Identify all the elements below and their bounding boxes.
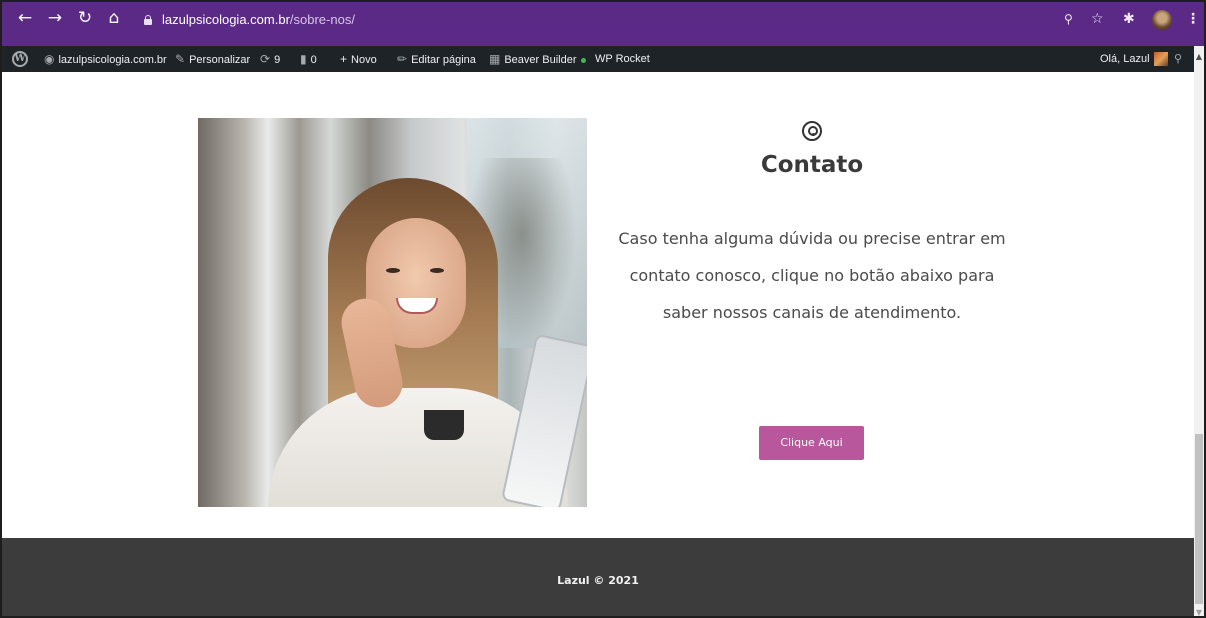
- admin-bar-edit-page[interactable]: ✏ Editar página: [397, 46, 476, 72]
- scroll-thumb[interactable]: [1195, 434, 1203, 604]
- admin-bar-updates[interactable]: ⟳ 9: [260, 46, 280, 72]
- admin-bar-site[interactable]: ◉ lazulpsicologia.com.br: [44, 46, 167, 72]
- admin-bar-beaver-builder[interactable]: ▦ Beaver Builder: [489, 46, 586, 72]
- wordpress-logo-icon[interactable]: W: [12, 51, 28, 67]
- url-host: lazulpsicologia.com.br: [162, 12, 290, 27]
- admin-bar-comments-count: 0: [310, 54, 317, 66]
- admin-bar-account[interactable]: Olá, Lazul: [1100, 46, 1168, 72]
- address-bar[interactable]: lazulpsicologia.com.br/sobre-nos/: [138, 9, 918, 31]
- forward-icon[interactable]: →: [44, 7, 66, 29]
- avatar: [1153, 52, 1168, 67]
- admin-bar-customize-label: Personalizar: [189, 54, 251, 66]
- browser-toolbar: ← → ↻ ⌂ lazulpsicologia.com.br/sobre-nos…: [2, 2, 1204, 46]
- browser-window: ← → ↻ ⌂ lazulpsicologia.com.br/sobre-nos…: [0, 0, 1206, 618]
- home-icon[interactable]: ⌂: [103, 7, 125, 29]
- footer: Lazul © 2021: [2, 538, 1194, 616]
- lock-icon[interactable]: [144, 15, 152, 25]
- admin-bar-rocket-label: WP Rocket: [595, 53, 650, 65]
- footer-copyright: Lazul © 2021: [557, 574, 639, 587]
- reload-icon[interactable]: ↻: [74, 7, 96, 29]
- brush-icon: ✎: [175, 52, 186, 66]
- profile-avatar[interactable]: [1152, 10, 1172, 30]
- yin-yang-icon: [802, 121, 822, 141]
- admin-bar-greeting: Olá, Lazul: [1100, 53, 1150, 65]
- comment-icon: ▮: [300, 52, 307, 66]
- admin-bar-edit-label: Editar página: [411, 54, 476, 66]
- url-path: /sobre-nos/: [289, 12, 355, 27]
- admin-bar-comments[interactable]: ▮ 0: [300, 46, 317, 72]
- pencil-icon: ✏: [397, 52, 408, 66]
- scroll-up-icon[interactable]: ▲: [1194, 52, 1204, 62]
- plus-icon: +: [340, 52, 348, 66]
- contact-description: Caso tenha alguma dúvida ou precise entr…: [618, 229, 1006, 322]
- status-dot: [580, 57, 586, 63]
- admin-bar-customize[interactable]: ✎ Personalizar: [175, 46, 250, 72]
- star-icon[interactable]: ☆: [1091, 10, 1104, 28]
- dashboard-icon: ◉: [44, 52, 55, 66]
- contact-button[interactable]: Clique Aqui: [759, 426, 864, 460]
- extensions-icon[interactable]: ✱: [1123, 10, 1135, 28]
- menu-icon[interactable]: ⋮: [1186, 10, 1200, 28]
- wp-admin-bar: W ◉ lazulpsicologia.com.br ✎ Personalizar …: [2, 46, 1204, 72]
- admin-bar-new[interactable]: + Novo: [340, 46, 377, 72]
- admin-bar-beaver-label: Beaver Builder: [504, 54, 577, 66]
- admin-bar-wp-rocket[interactable]: WP Rocket: [595, 46, 650, 72]
- admin-bar-updates-count: 9: [274, 54, 281, 66]
- updates-icon: ⟳: [260, 52, 271, 66]
- back-icon[interactable]: ←: [14, 7, 36, 29]
- woman-photo: [198, 118, 587, 507]
- contact-title: Contato: [760, 152, 864, 178]
- scroll-down-icon[interactable]: ▼: [1194, 608, 1204, 616]
- admin-bar-site-label: lazulpsicologia.com.br: [58, 54, 167, 66]
- zoom-icon[interactable]: ⚲: [1064, 10, 1073, 28]
- search-icon[interactable]: ⚲: [1174, 46, 1182, 72]
- builder-icon: ▦: [489, 52, 501, 66]
- scrollbar[interactable]: ▲ ▼: [1194, 46, 1204, 616]
- admin-bar-new-label: Novo: [351, 54, 377, 66]
